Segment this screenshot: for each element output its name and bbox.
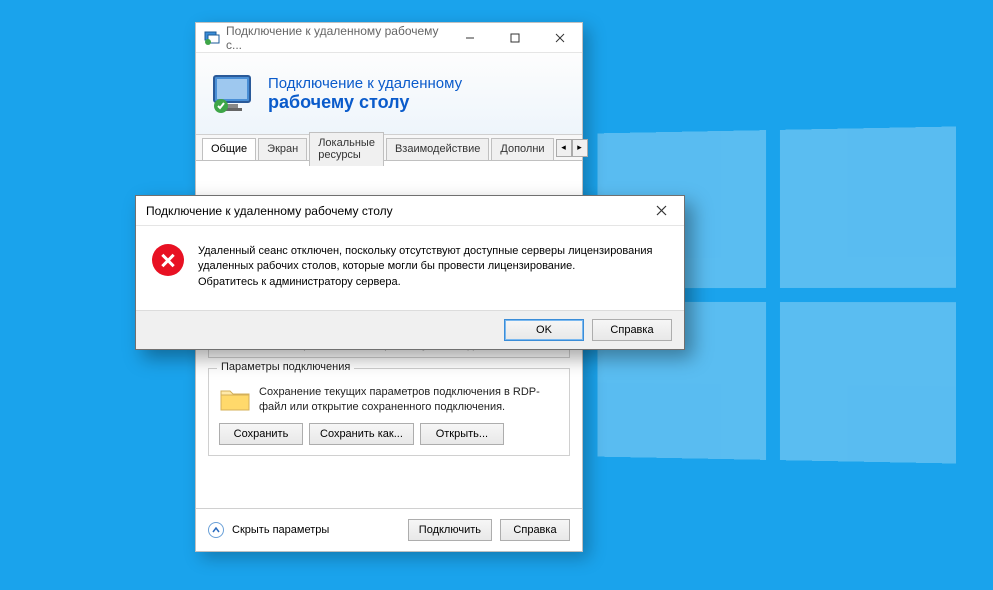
error-icon: [152, 244, 184, 276]
titlebar: Подключение к удаленному рабочему с...: [196, 23, 582, 53]
tab-strip: Общие Экран Локальные ресурсы Взаимодейс…: [196, 135, 582, 161]
rdp-app-icon: [204, 30, 220, 46]
hide-options-link[interactable]: Скрыть параметры: [232, 524, 329, 536]
banner-line1: Подключение к удаленному: [268, 75, 462, 92]
dialog-help-button[interactable]: Справка: [592, 319, 672, 341]
dialog-close-button[interactable]: [639, 196, 684, 226]
dialog-message: Удаленный сеанс отключен, поскольку отсу…: [198, 244, 668, 290]
tab-advanced[interactable]: Дополни: [491, 138, 553, 160]
dialog-footer: OK Справка: [136, 310, 684, 349]
dialog-title: Подключение к удаленному рабочему столу: [146, 204, 393, 218]
banner-line2: рабочему столу: [268, 92, 462, 113]
connect-button[interactable]: Подключить: [408, 519, 492, 541]
banner-text: Подключение к удаленному рабочему столу: [268, 75, 462, 113]
dialog-ok-button[interactable]: OK: [504, 319, 584, 341]
save-button[interactable]: Сохранить: [219, 423, 303, 445]
tab-local-resources[interactable]: Локальные ресурсы: [309, 132, 384, 166]
collapse-icon[interactable]: [208, 522, 224, 538]
connection-params-group: Параметры подключения Сохранение текущих…: [208, 368, 570, 456]
window-title: Подключение к удаленному рабочему с...: [226, 24, 447, 52]
tab-scroll-right[interactable]: ▸: [572, 139, 588, 157]
open-button[interactable]: Открыть...: [420, 423, 504, 445]
banner: Подключение к удаленному рабочему столу: [196, 53, 582, 135]
tab-scroll-left[interactable]: ◂: [556, 139, 572, 157]
window-footer: Скрыть параметры Подключить Справка: [196, 508, 582, 551]
monitor-icon: [210, 70, 258, 118]
help-button[interactable]: Справка: [500, 519, 570, 541]
dialog-body: Удаленный сеанс отключен, поскольку отсу…: [136, 226, 684, 310]
dialog-titlebar: Подключение к удаленному рабочему столу: [136, 196, 684, 226]
folder-icon: [219, 385, 251, 413]
error-dialog: Подключение к удаленному рабочему столу …: [135, 195, 685, 350]
minimize-button[interactable]: [447, 23, 492, 53]
tab-experience[interactable]: Взаимодействие: [386, 138, 489, 160]
group-legend: Параметры подключения: [217, 361, 354, 373]
tab-general[interactable]: Общие: [202, 138, 256, 160]
maximize-button[interactable]: [492, 23, 537, 53]
params-text: Сохранение текущих параметров подключени…: [259, 385, 559, 415]
tab-display[interactable]: Экран: [258, 138, 307, 160]
close-button[interactable]: [537, 23, 582, 53]
save-as-button[interactable]: Сохранить как...: [309, 423, 414, 445]
